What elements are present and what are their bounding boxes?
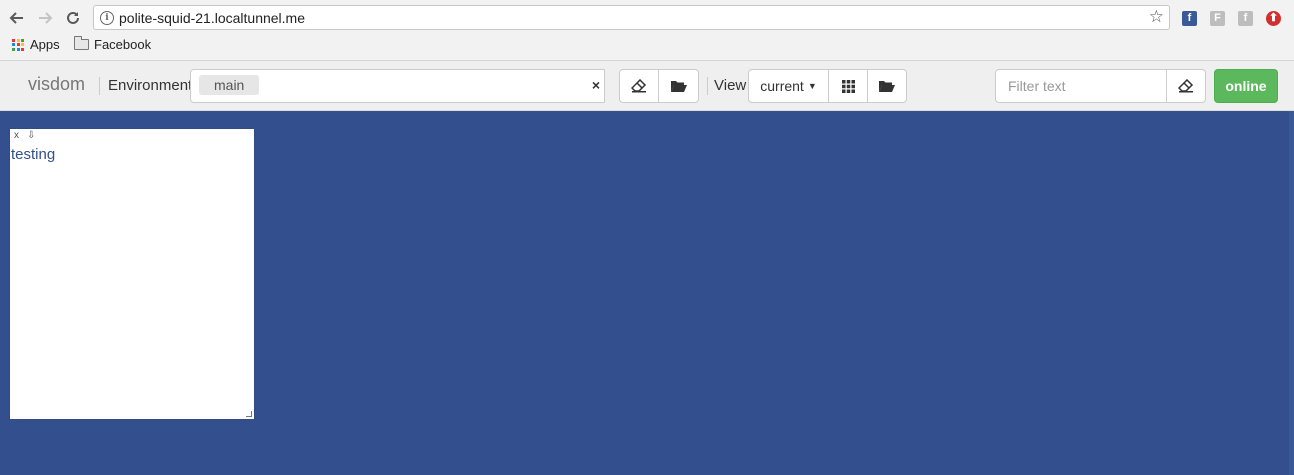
forward-arrow-icon <box>39 12 53 24</box>
manage-views-button[interactable] <box>867 69 907 103</box>
visdom-toolbar: visdom Environment main × View current ▼… <box>0 61 1294 111</box>
forward-button[interactable] <box>34 7 56 29</box>
apps-grid-icon <box>12 38 24 51</box>
reload-icon <box>67 11 79 24</box>
folder-icon <box>74 36 89 50</box>
scrollbar[interactable] <box>1289 111 1294 475</box>
eraser-icon <box>1178 79 1194 93</box>
view-select-value: current <box>760 78 804 94</box>
f-extension-icon-1[interactable]: F <box>1210 11 1225 26</box>
folder-open-icon <box>670 81 687 92</box>
pane-bar: x ⇩ <box>14 130 35 141</box>
brand-logo[interactable]: visdom <box>28 74 85 95</box>
grid-icon <box>841 79 855 93</box>
divider <box>99 77 100 95</box>
bookmark-facebook[interactable]: Facebook <box>74 36 152 52</box>
environment-select[interactable]: main × <box>190 69 605 103</box>
back-button[interactable] <box>6 7 28 29</box>
eraser-icon <box>631 79 647 93</box>
environment-tag-main[interactable]: main <box>199 75 260 95</box>
filter-text-input[interactable] <box>995 69 1167 103</box>
view-select[interactable]: current ▼ <box>748 69 829 103</box>
clear-environment-icon[interactable]: × <box>592 77 600 93</box>
bookmark-star-icon[interactable]: ☆ <box>1149 7 1164 27</box>
connection-status-button[interactable]: online <box>1214 69 1278 103</box>
close-pane-button[interactable]: x <box>14 130 19 141</box>
reload-button[interactable] <box>62 7 84 29</box>
url-text[interactable]: polite-squid-21.localtunnel.me <box>119 10 305 26</box>
download-pane-button[interactable]: ⇩ <box>27 130 35 141</box>
clear-env-button[interactable] <box>619 69 659 103</box>
bookmark-apps[interactable]: Apps <box>12 37 60 52</box>
environment-label: Environment <box>108 77 193 94</box>
info-icon[interactable]: i <box>100 11 114 25</box>
bookmark-facebook-label: Facebook <box>94 37 152 52</box>
clear-filter-button[interactable] <box>1166 69 1206 103</box>
back-arrow-icon <box>9 12 23 24</box>
caret-down-icon: ▼ <box>807 81 817 91</box>
repack-button[interactable] <box>828 69 868 103</box>
upload-extension-icon[interactable]: ⬆ <box>1266 11 1281 26</box>
pane-content-text: testing <box>11 146 56 163</box>
f-extension-icon-2[interactable]: f <box>1238 11 1253 26</box>
facebook-extension-icon[interactable]: f <box>1182 11 1197 26</box>
workspace: x ⇩ testing <box>0 111 1294 475</box>
view-label: View <box>714 77 747 94</box>
manage-env-button[interactable] <box>658 69 699 103</box>
address-bar[interactable]: i polite-squid-21.localtunnel.me ☆ <box>93 5 1170 30</box>
text-pane[interactable]: x ⇩ testing <box>10 129 254 419</box>
folder-open-icon <box>879 81 895 92</box>
browser-chrome: i polite-squid-21.localtunnel.me ☆ f F f… <box>0 0 1294 61</box>
divider <box>707 77 708 95</box>
resize-handle-icon[interactable] <box>246 411 252 417</box>
bookmark-apps-label: Apps <box>30 37 60 52</box>
